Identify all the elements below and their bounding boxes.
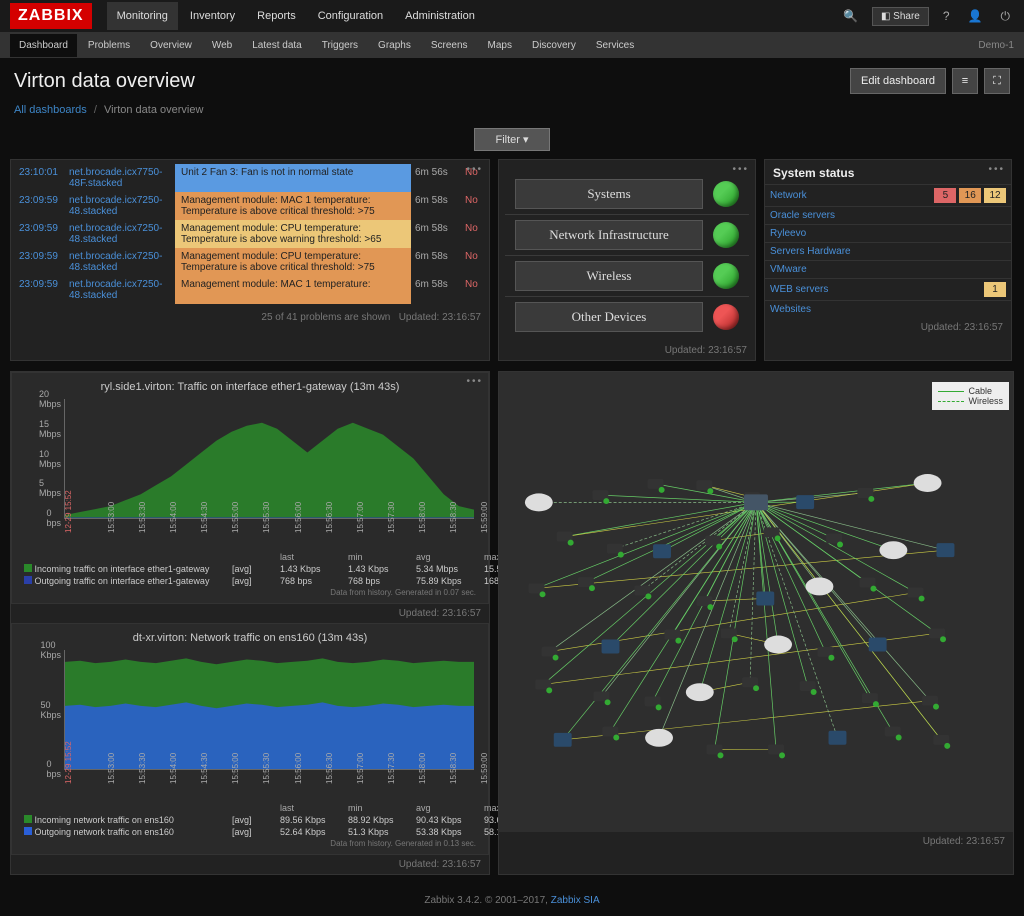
- subbar: DashboardProblemsOverviewWebLatest dataT…: [0, 32, 1024, 58]
- widget-menu-icon[interactable]: •••: [466, 164, 483, 175]
- subnav-web[interactable]: Web: [203, 34, 241, 57]
- subnav-maps[interactable]: Maps: [479, 34, 521, 57]
- widget-menu-icon[interactable]: •••: [732, 164, 749, 175]
- help-icon[interactable]: ?: [939, 5, 954, 27]
- footer-link[interactable]: Zabbix SIA: [551, 895, 600, 906]
- subnav: DashboardProblemsOverviewWebLatest dataT…: [10, 34, 643, 57]
- breadcrumb-current: Virton data overview: [104, 104, 203, 116]
- fullscreen-icon[interactable]: ⛶: [984, 68, 1010, 94]
- network-map[interactable]: Cable Wireless: [499, 372, 1013, 832]
- problem-row[interactable]: 23:09:59net.brocade.icx7250-48.stackedMa…: [15, 220, 485, 248]
- problems-widget: ••• 23:10:01net.brocade.icx7750-48F.stac…: [10, 159, 490, 361]
- updated-label: Updated: 23:16:57: [11, 604, 489, 623]
- subnav-dashboard[interactable]: Dashboard: [10, 34, 77, 57]
- search-icon[interactable]: 🔍: [839, 5, 862, 27]
- problem-row[interactable]: 23:09:59net.brocade.icx7250-48.stackedMa…: [15, 276, 485, 304]
- status-row[interactable]: VMware: [765, 261, 1011, 279]
- problem-row[interactable]: 23:09:59net.brocade.icx7250-48.stackedMa…: [15, 248, 485, 276]
- status-dot-icon: [713, 222, 739, 248]
- status-row[interactable]: Ryleevo: [765, 225, 1011, 243]
- system-status-title: System status: [765, 160, 1011, 184]
- updated-label: Updated: 23:16:57: [499, 341, 755, 360]
- subnav-graphs[interactable]: Graphs: [369, 34, 420, 57]
- topbar-right: 🔍 ◧ Share ? 👤 ⏻: [839, 5, 1014, 28]
- filter-row: Filter ▾: [0, 126, 1024, 159]
- status-dot-icon: [713, 304, 739, 330]
- updated-label: Updated: 23:16:57: [11, 855, 489, 874]
- breadcrumb: All dashboards / Virton data overview: [0, 100, 1024, 126]
- widget-menu-icon[interactable]: •••: [988, 164, 1005, 175]
- power-icon[interactable]: ⏻: [997, 5, 1015, 28]
- menu-icon[interactable]: ≡: [952, 68, 978, 94]
- topnav-administration[interactable]: Administration: [395, 2, 485, 30]
- subnav-latest-data[interactable]: Latest data: [243, 34, 310, 57]
- problems-count: 25 of 41 problems are shown: [261, 312, 390, 323]
- status-row[interactable]: WEB servers1: [765, 279, 1011, 301]
- edit-dashboard-button[interactable]: Edit dashboard: [850, 68, 946, 94]
- subnav-overview[interactable]: Overview: [141, 34, 201, 57]
- hostgroup-row[interactable]: Wireless: [505, 255, 749, 296]
- user-label: Demo-1: [978, 40, 1014, 51]
- updated-label: Updated: 23:16:57: [499, 832, 1013, 851]
- topnav: MonitoringInventoryReportsConfigurationA…: [107, 2, 485, 30]
- subnav-screens[interactable]: Screens: [422, 34, 477, 57]
- status-row[interactable]: Servers Hardware: [765, 243, 1011, 261]
- subnav-triggers[interactable]: Triggers: [313, 34, 367, 57]
- hostgroup-row[interactable]: Other Devices: [505, 296, 749, 337]
- updated-label: Updated: 23:16:57: [399, 312, 481, 323]
- status-row[interactable]: Websites: [765, 301, 1011, 319]
- widget-menu-icon[interactable]: •••: [466, 376, 483, 387]
- footer: Zabbix 3.4.2. © 2001–2017, Zabbix SIA: [0, 885, 1024, 916]
- hostgroups-widget: ••• SystemsNetwork InfrastructureWireles…: [498, 159, 756, 361]
- page-head: Virton data overview Edit dashboard ≡ ⛶: [0, 58, 1024, 100]
- hostgroup-row[interactable]: Systems: [505, 174, 749, 214]
- problem-row[interactable]: 23:09:59net.brocade.icx7250-48.stackedMa…: [15, 192, 485, 220]
- topnav-monitoring[interactable]: Monitoring: [107, 2, 178, 30]
- subnav-discovery[interactable]: Discovery: [523, 34, 585, 57]
- breadcrumb-root[interactable]: All dashboards: [14, 104, 87, 116]
- user-icon[interactable]: 👤: [964, 5, 987, 27]
- system-status-widget: ••• System status Network5 16 12Oracle s…: [764, 159, 1012, 361]
- status-dot-icon: [713, 181, 739, 207]
- chart: ryl.side1.virton: Traffic on interface e…: [11, 372, 489, 604]
- share-button[interactable]: ◧ Share: [872, 7, 929, 26]
- status-dot-icon: [713, 263, 739, 289]
- map-widget: ••• Cable Wireless Updated: 23:16:57: [498, 371, 1014, 875]
- updated-label: Updated: 23:16:57: [765, 318, 1011, 337]
- status-row[interactable]: Oracle servers: [765, 207, 1011, 225]
- subnav-problems[interactable]: Problems: [79, 34, 139, 57]
- chart-title: ryl.side1.virton: Traffic on interface e…: [18, 381, 482, 393]
- page-title: Virton data overview: [14, 70, 195, 93]
- topnav-inventory[interactable]: Inventory: [180, 2, 245, 30]
- topnav-configuration[interactable]: Configuration: [308, 2, 393, 30]
- chart-title: dt-xr.virton: Network traffic on ens160 …: [18, 632, 482, 644]
- logo[interactable]: ZABBIX: [10, 3, 92, 29]
- subnav-services[interactable]: Services: [587, 34, 643, 57]
- chart: dt-xr.virton: Network traffic on ens160 …: [11, 623, 489, 855]
- status-row[interactable]: Network5 16 12: [765, 185, 1011, 207]
- hostgroup-row[interactable]: Network Infrastructure: [505, 214, 749, 255]
- topbar: ZABBIX MonitoringInventoryReportsConfigu…: [0, 0, 1024, 32]
- filter-button[interactable]: Filter ▾: [474, 128, 549, 151]
- topnav-reports[interactable]: Reports: [247, 2, 306, 30]
- charts-widget: ••• ryl.side1.virton: Traffic on interfa…: [10, 371, 490, 875]
- problem-row[interactable]: 23:10:01net.brocade.icx7750-48F.stackedU…: [15, 164, 485, 192]
- map-legend: Cable Wireless: [932, 382, 1009, 410]
